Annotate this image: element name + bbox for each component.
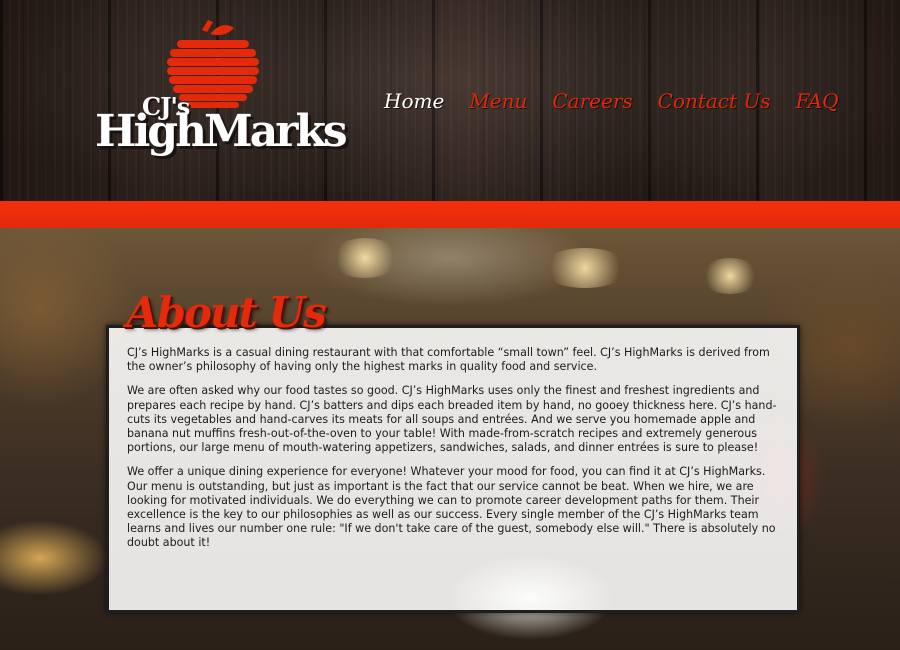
about-paragraph-2: We are often asked why our food tastes s… bbox=[127, 384, 777, 455]
about-paragraph-1: CJ’s HighMarks is a casual dining restau… bbox=[127, 346, 770, 374]
about-body: CJ’s HighMarks is a casual dining restau… bbox=[127, 346, 777, 561]
nav-home[interactable]: Home bbox=[384, 89, 444, 113]
about-paragraph-3: We offer a unique dining experience for … bbox=[127, 465, 776, 550]
nav-faq[interactable]: FAQ bbox=[796, 89, 839, 113]
nav-careers[interactable]: Careers bbox=[552, 89, 632, 113]
logo-highmarks-text: HighMarks bbox=[95, 106, 348, 157]
about-title: About Us bbox=[126, 288, 327, 337]
site-logo[interactable]: CJ's HighMarks bbox=[92, 18, 348, 173]
accent-band bbox=[0, 201, 900, 228]
main-nav: Home Menu Careers Contact Us FAQ bbox=[384, 86, 839, 116]
nav-contact-us[interactable]: Contact Us bbox=[658, 89, 771, 113]
page: CJ's HighMarks Home Menu Careers Contact… bbox=[0, 0, 900, 650]
nav-menu[interactable]: Menu bbox=[469, 89, 527, 113]
